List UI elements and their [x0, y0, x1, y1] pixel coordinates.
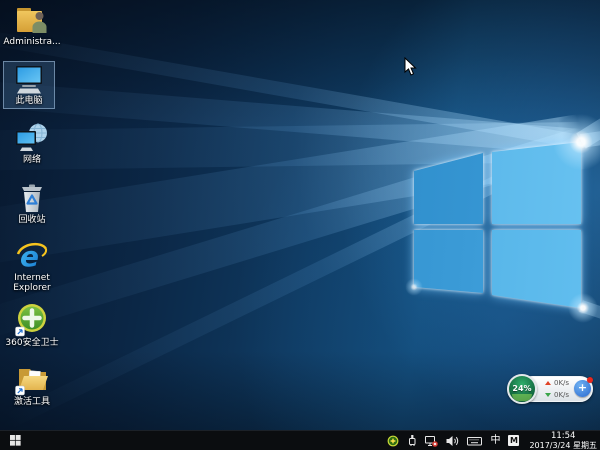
upload-speed: 0K/s	[554, 379, 570, 387]
sparkle-glow	[566, 291, 600, 325]
start-button[interactable]	[0, 431, 33, 450]
recycle-bin-icon	[22, 184, 42, 212]
icon-label: 此电脑	[15, 96, 43, 106]
icon-label: 网络	[22, 155, 41, 165]
icon-label: Administra...	[3, 37, 61, 47]
icon-label: 回收站	[18, 215, 46, 225]
desktop-icon-this-pc[interactable]: 此电脑	[3, 61, 55, 109]
this-pc-icon	[16, 66, 42, 94]
system-tray: 中 M 11:54 2017/3/24 星期五	[387, 430, 600, 450]
upload-arrow-icon	[545, 381, 551, 385]
network-disconnected-icon[interactable]	[425, 435, 439, 447]
user-folder-icon	[17, 8, 47, 33]
desktop-icon-user-folder[interactable]: Administra...	[1, 4, 63, 47]
desktop-icon-recycle-bin[interactable]: 回收站	[1, 182, 63, 225]
icon-label: Internet Explorer	[13, 273, 51, 293]
taskbar-clock[interactable]: 11:54 2017/3/24 星期五	[527, 430, 597, 450]
download-speed: 0K/s	[554, 391, 570, 399]
notification-dot	[587, 377, 593, 383]
sparkle-glow	[404, 277, 424, 297]
network-speeds: 0K/s 0K/s	[545, 377, 569, 401]
keyboard-icon[interactable]	[467, 435, 483, 447]
desktop-icon-internet-explorer[interactable]: e Internet Explorer	[1, 240, 63, 293]
memory-percent: 24%	[512, 384, 532, 393]
download-arrow-icon	[545, 393, 551, 397]
taskbar: 中 M 11:54 2017/3/24 星期五	[0, 430, 600, 450]
icon-label: 360安全卫士	[5, 338, 59, 348]
network-icon	[16, 123, 47, 151]
internet-explorer-icon: e	[16, 240, 48, 272]
download-row: 0K/s	[545, 389, 569, 401]
desktop-icon-360-safe[interactable]: 360安全卫士	[1, 303, 63, 348]
clock-date: 2017/3/24 星期五	[529, 440, 597, 450]
mouse-cursor	[404, 57, 417, 76]
memory-usage-ball[interactable]: 24%	[507, 374, 537, 404]
activation-tool-folder-icon	[15, 369, 48, 396]
360-speed-widget[interactable]: 24% 0K/s 0K/s +	[507, 374, 593, 404]
upload-row: 0K/s	[545, 377, 569, 389]
360-tray-icon[interactable]	[387, 435, 399, 447]
desktop-icon-activation-tool[interactable]: 激活工具	[1, 364, 63, 407]
desktop-icon-network[interactable]: 网络	[1, 122, 63, 165]
usb-device-icon[interactable]	[407, 434, 417, 447]
360-safe-icon	[15, 304, 46, 337]
windows-logo-icon	[10, 435, 21, 446]
windows-desktop: Administra... 此电脑 网络 回收站 e Internet Expl…	[0, 0, 600, 450]
clock-time: 11:54	[550, 430, 576, 441]
volume-icon[interactable]	[446, 435, 459, 447]
icon-label: 激活工具	[13, 397, 50, 407]
ime-mode-indicator[interactable]: 中	[490, 435, 500, 446]
ime-badge[interactable]: M	[508, 435, 520, 446]
